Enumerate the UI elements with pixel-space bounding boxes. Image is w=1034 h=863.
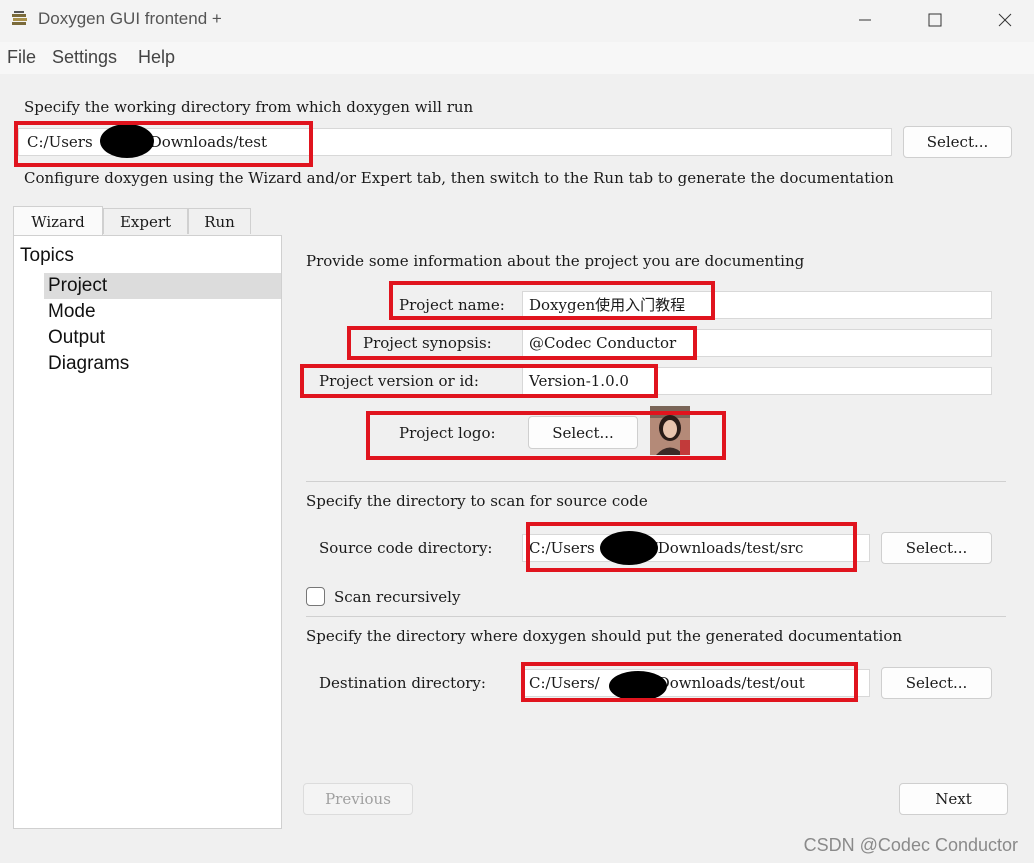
destination-dir-input[interactable]: C:/Users/Downloads/test/out (522, 669, 870, 697)
workdir-hint: Configure doxygen using the Wizard and/o… (24, 169, 894, 187)
workdir-value-prefix: C:/Users (27, 133, 93, 151)
watermark: CSDN @Codec Conductor (803, 835, 1018, 855)
project-name-label: Project name: (399, 296, 505, 314)
project-version-label: Project version or id: (319, 372, 479, 390)
menu-file[interactable]: File (7, 47, 36, 68)
next-button[interactable]: Next (899, 783, 1008, 815)
minimize-icon (859, 19, 871, 21)
close-icon (998, 13, 1012, 27)
minimize-button[interactable] (830, 0, 900, 40)
close-button[interactable] (970, 0, 1034, 40)
topic-diagrams[interactable]: Diagrams (48, 353, 129, 375)
redaction-mark (600, 531, 658, 565)
workdir-select-button[interactable]: Select... (903, 126, 1012, 158)
destination-dir-label: Destination directory: (319, 674, 486, 692)
project-logo-label: Project logo: (399, 424, 496, 442)
doxygen-app-icon (10, 10, 30, 30)
project-version-input[interactable]: Version-1.0.0 (522, 367, 992, 395)
source-intro: Specify the directory to scan for source… (306, 492, 648, 510)
topics-tree (13, 235, 282, 829)
source-dir-label: Source code directory: (319, 539, 493, 557)
scan-recursively-checkbox[interactable] (306, 587, 325, 606)
destination-value-suffix: Downloads/test/out (657, 674, 805, 692)
menu-help[interactable]: Help (138, 47, 175, 68)
redaction-mark (609, 671, 667, 701)
maximize-button[interactable] (900, 0, 970, 40)
source-value-suffix: /Downloads/test/src (652, 539, 804, 557)
destination-value-prefix: C:/Users/ (529, 674, 600, 692)
topic-output[interactable]: Output (48, 327, 105, 349)
tab-expert[interactable]: Expert (103, 208, 188, 234)
topics-heading: Topics (20, 245, 74, 266)
project-synopsis-label: Project synopsis: (363, 334, 492, 352)
menu-settings[interactable]: Settings (52, 47, 117, 68)
workdir-label: Specify the working directory from which… (24, 98, 474, 116)
project-logo-select-button[interactable]: Select... (528, 416, 638, 449)
source-dir-input[interactable]: C:/Users/Downloads/test/src (522, 534, 870, 562)
destination-intro: Specify the directory where doxygen shou… (306, 627, 903, 645)
redaction-mark (100, 124, 154, 158)
tab-wizard[interactable]: Wizard (13, 206, 103, 236)
maximize-icon (928, 13, 942, 27)
divider (306, 616, 1006, 617)
source-value-prefix: C:/Users (529, 539, 595, 557)
project-synopsis-input[interactable]: @Codec Conductor (522, 329, 992, 357)
topic-mode[interactable]: Mode (48, 301, 96, 323)
scan-recursively-label: Scan recursively (334, 588, 461, 606)
previous-button[interactable]: Previous (303, 783, 413, 815)
project-name-input[interactable]: Doxygen使用入门教程 (522, 291, 992, 319)
window-title: Doxygen GUI frontend + (38, 9, 222, 28)
workdir-value-suffix: /Downloads/test (144, 133, 268, 151)
source-select-button[interactable]: Select... (881, 532, 992, 564)
tab-run[interactable]: Run (188, 208, 251, 234)
project-intro: Provide some information about the proje… (306, 252, 805, 270)
topic-project[interactable]: Project (48, 275, 107, 297)
divider (306, 481, 1006, 482)
project-logo-thumbnail (650, 406, 690, 455)
destination-select-button[interactable]: Select... (881, 667, 992, 699)
